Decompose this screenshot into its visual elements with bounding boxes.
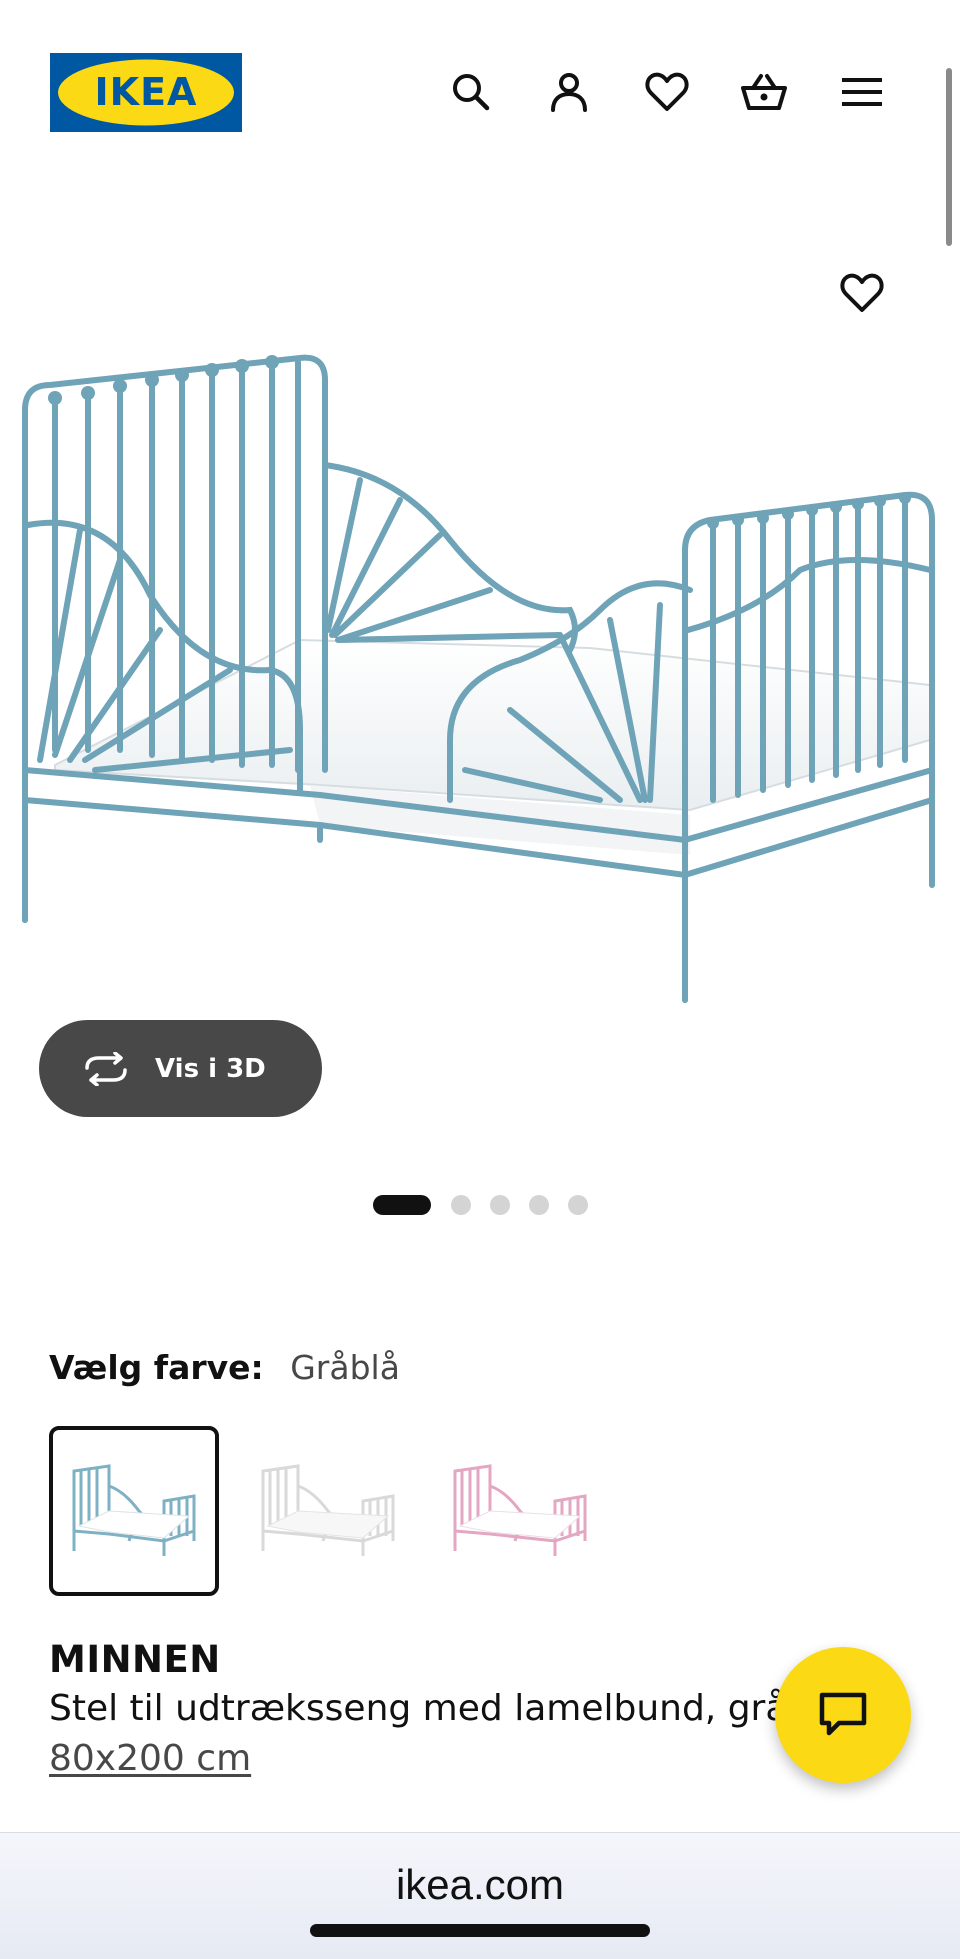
home-indicator[interactable] [310, 1924, 650, 1937]
browser-address-bar[interactable]: ikea.com [0, 1832, 960, 1959]
carousel-dot-2[interactable] [451, 1195, 471, 1215]
bed-thumbnail-white [261, 1464, 395, 1556]
chat-button[interactable] [775, 1647, 911, 1783]
svg-text:®: ® [226, 74, 234, 83]
carousel-dot-4[interactable] [529, 1195, 549, 1215]
color-swatch-pink[interactable] [435, 1426, 605, 1596]
selected-color-value: Gråblå [290, 1348, 400, 1387]
menu-button[interactable] [832, 62, 892, 122]
ikea-logo-icon: IKEA ® [50, 53, 242, 132]
chat-icon [819, 1692, 867, 1736]
color-selector-label: Vælg farve: [49, 1348, 264, 1387]
basket-button[interactable] [734, 62, 794, 122]
svg-text:IKEA: IKEA [95, 70, 198, 114]
rotate-3d-icon [85, 1051, 127, 1086]
page-scrollbar[interactable] [946, 68, 952, 246]
bed-thumbnail-pink [453, 1464, 587, 1556]
heart-icon [645, 72, 689, 111]
carousel-dot-5[interactable] [568, 1195, 588, 1215]
heart-icon [840, 273, 884, 312]
view-in-3d-button[interactable]: Vis i 3D [39, 1020, 322, 1117]
color-swatch-white[interactable] [243, 1426, 413, 1596]
search-icon [453, 74, 490, 111]
ikea-logo[interactable]: IKEA ® [50, 53, 242, 132]
product-description: Stel til udtræksseng med lamelbund, gråb… [49, 1688, 784, 1729]
favourites-button[interactable] [637, 62, 697, 122]
product-size-link[interactable]: 80x200 cm [49, 1738, 251, 1779]
product-name: MINNEN [49, 1638, 221, 1681]
carousel-dot-3[interactable] [490, 1195, 510, 1215]
image-carousel-indicator [0, 1195, 960, 1217]
view-in-3d-label: Vis i 3D [155, 1053, 266, 1084]
account-button[interactable] [539, 62, 599, 122]
add-to-favourites-button[interactable] [832, 263, 892, 323]
basket-icon [741, 74, 787, 110]
product-image[interactable] [0, 330, 960, 1030]
browser-url: ikea.com [395, 1861, 565, 1908]
carousel-dot-1[interactable] [373, 1195, 431, 1215]
menu-icon [842, 78, 882, 106]
account-icon [551, 73, 587, 112]
search-button[interactable] [441, 62, 501, 122]
color-selector-heading: Vælg farve: Gråblå [49, 1348, 400, 1387]
site-header: IKEA ® [0, 0, 960, 180]
bed-illustration [22, 354, 935, 1003]
color-swatch-graablaa[interactable] [49, 1426, 219, 1596]
bed-thumbnail-blue [72, 1464, 196, 1556]
